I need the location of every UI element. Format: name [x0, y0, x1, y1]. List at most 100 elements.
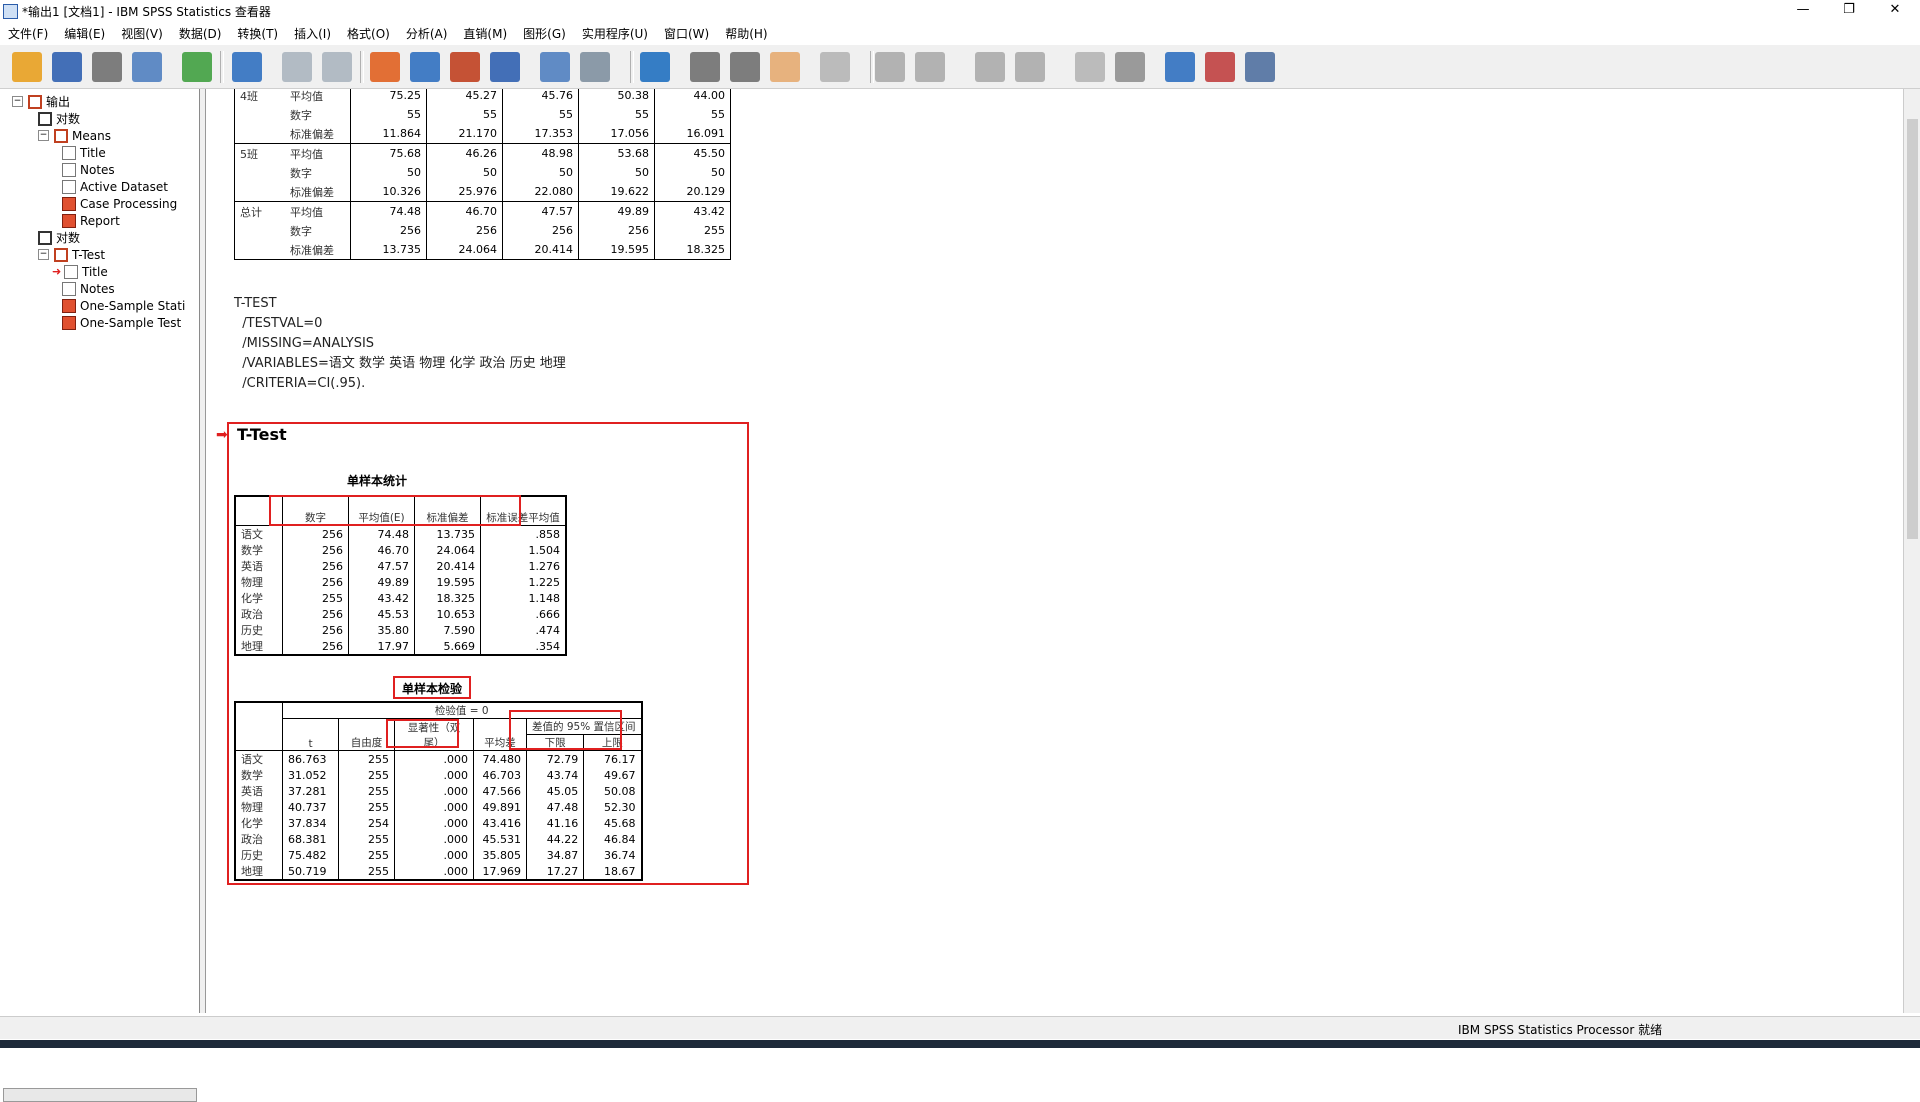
table-cell: 13.735 — [350, 240, 427, 260]
table-cell: .000 — [394, 815, 474, 831]
tree-item-report[interactable]: Report — [62, 212, 120, 229]
export-icon[interactable] — [182, 52, 212, 82]
menu-item[interactable]: 编辑(E) — [56, 25, 113, 42]
menu-item[interactable]: 数据(D) — [171, 25, 230, 42]
row-stat-label: 数字 — [285, 163, 351, 182]
syntax-line: T-TEST — [234, 296, 277, 311]
menu-item[interactable]: 直销(M) — [455, 25, 515, 42]
menu-item[interactable]: 格式(O) — [339, 25, 398, 42]
menu-item[interactable]: 分析(A) — [398, 25, 456, 42]
print-preview-icon[interactable] — [132, 52, 162, 82]
table-cell: 45.68 — [604, 816, 636, 830]
table-cell: .000 — [394, 799, 474, 815]
table-cell: 22.080 — [502, 182, 579, 202]
table-cell: 1.276 — [480, 558, 567, 574]
insert-chart-icon[interactable] — [1205, 52, 1235, 82]
table-cell: 47.48 — [526, 799, 585, 815]
undo-icon[interactable] — [282, 52, 312, 82]
table-cell: 36.74 — [604, 848, 636, 862]
table-cell: 49.891 — [473, 799, 527, 815]
expand-icon[interactable] — [975, 52, 1005, 82]
table-cell: .000 — [394, 767, 474, 783]
table-row: 5班 平均值 75.68 46.26 48.98 53.68 45.50 — [234, 143, 731, 163]
insert-heading-icon[interactable] — [1075, 52, 1105, 82]
tree-item--[interactable]: 对数 — [38, 110, 80, 127]
collapse-expander-icon[interactable]: − — [38, 130, 49, 141]
row-label: 化学 — [235, 590, 283, 606]
menu-item[interactable]: 视图(V) — [113, 25, 171, 42]
tree-item-label: Active Dataset — [80, 179, 168, 194]
table-cell: 1.504 — [480, 542, 567, 558]
variables-icon[interactable] — [490, 52, 520, 82]
table-cell: 20.129 — [654, 182, 731, 202]
row-stat-label: 标准偏差 — [285, 240, 351, 260]
tree-item-notes[interactable]: Notes — [62, 280, 115, 297]
menu-item[interactable]: 转换(T) — [229, 25, 286, 42]
row-group-label — [235, 124, 286, 144]
tree-item-case-processing[interactable]: Case Processing — [62, 195, 177, 212]
table-cell: 255 — [282, 590, 349, 606]
previous-icon[interactable] — [875, 52, 905, 82]
tree-item-t-test[interactable]: − T-Test — [38, 246, 105, 263]
row-group-label — [235, 182, 286, 202]
tree-item-one-sample-test[interactable]: One-Sample Test — [62, 314, 181, 331]
select-cases-icon[interactable] — [540, 52, 570, 82]
show-hide-icon[interactable] — [770, 52, 800, 82]
save-icon[interactable] — [52, 52, 82, 82]
redo-icon[interactable] — [322, 52, 352, 82]
table-cell: 45.76 — [502, 89, 579, 105]
menu-item[interactable]: 实用程序(U) — [574, 25, 656, 42]
scrollbar-thumb[interactable] — [1907, 119, 1918, 539]
tree-item-label: 对数 — [56, 231, 81, 245]
tree-item-means[interactable]: − Means — [38, 127, 111, 144]
table-cell: 74.480 — [473, 750, 527, 767]
designate-window-icon[interactable] — [1245, 52, 1275, 82]
tree-item--[interactable]: − 输出 — [12, 93, 70, 110]
status-bar: IBM SPSS Statistics Processor 就绪 — [0, 1016, 1920, 1039]
menu-item[interactable]: 窗口(W) — [656, 25, 717, 42]
demote-icon[interactable] — [730, 52, 760, 82]
collapse-all-icon[interactable] — [1015, 52, 1045, 82]
promote-icon[interactable] — [690, 52, 720, 82]
table-cell: .000 — [394, 831, 474, 847]
print-icon[interactable] — [92, 52, 122, 82]
tree-item-title[interactable]: ➜ Title — [52, 263, 108, 280]
tree-item-title[interactable]: Title — [62, 144, 106, 161]
goto-case-icon[interactable] — [370, 52, 400, 82]
restore-button[interactable]: ❐ — [1826, 0, 1872, 22]
split-file-icon[interactable] — [640, 52, 670, 82]
table-cell: 49.67 — [604, 768, 636, 782]
collapse-expander-icon[interactable]: − — [12, 96, 23, 107]
recall-dialog-icon[interactable] — [232, 52, 262, 82]
table-cell: 255 — [654, 221, 731, 240]
content-vertical-scrollbar[interactable] — [1903, 89, 1920, 1013]
table-cell: 50.08 — [604, 784, 636, 798]
tree-item-notes[interactable]: Notes — [62, 161, 115, 178]
tree-item-label: 输出 — [46, 95, 71, 109]
menu-item[interactable]: 文件(F) — [0, 25, 56, 42]
tree-item-active-dataset[interactable]: Active Dataset — [62, 178, 168, 195]
next-icon[interactable] — [915, 52, 945, 82]
tree-item-one-sample-stati[interactable]: One-Sample Stati — [62, 297, 185, 314]
toolbar-separator — [870, 51, 874, 83]
open-icon[interactable] — [12, 52, 42, 82]
table-icon — [62, 196, 76, 211]
table-cell: 50 — [502, 163, 579, 182]
insert-title-icon[interactable] — [1115, 52, 1145, 82]
close-button[interactable]: ✕ — [1872, 0, 1918, 22]
insert-cases-icon[interactable] — [450, 52, 480, 82]
tree-item--[interactable]: 对数 — [38, 229, 80, 246]
table-cell: 256 — [578, 221, 655, 240]
goto-variable-icon[interactable] — [410, 52, 440, 82]
collapse-expander-icon[interactable]: − — [38, 249, 49, 260]
weight-cases-icon[interactable] — [580, 52, 610, 82]
menu-item[interactable]: 帮助(H) — [717, 25, 775, 42]
table-cell: 256 — [282, 574, 349, 590]
collapse-icon[interactable] — [820, 52, 850, 82]
table-row: 英语 256 47.57 20.414 1.276 — [235, 558, 567, 574]
outline-horizontal-scrollbar[interactable] — [3, 1088, 197, 1102]
menu-item[interactable]: 插入(I) — [286, 25, 339, 42]
minimize-button[interactable]: — — [1780, 0, 1826, 22]
insert-text-icon[interactable] — [1165, 52, 1195, 82]
menu-item[interactable]: 图形(G) — [515, 25, 574, 42]
